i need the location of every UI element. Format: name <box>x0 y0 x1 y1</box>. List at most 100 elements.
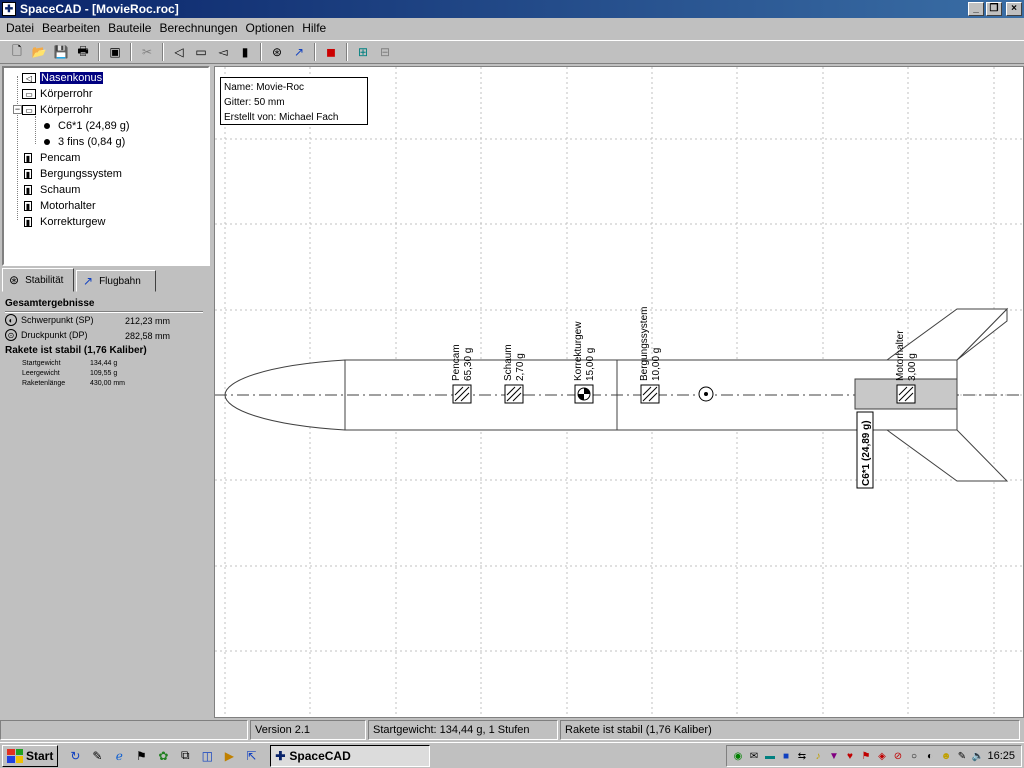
ie-icon[interactable]: ℯ <box>110 747 128 765</box>
restore-button[interactable]: ❐ <box>986 2 1002 16</box>
info-name: Name: Movie-Roc <box>224 82 305 93</box>
volume-icon[interactable]: 🔈 <box>971 749 985 763</box>
tree-item-label: Pencam <box>40 152 81 164</box>
open-button[interactable]: 📂 <box>28 41 50 63</box>
tab-stabilitaet[interactable]: ⊛ Stabilität <box>2 268 74 292</box>
grid-button[interactable]: ⊟ <box>374 41 396 63</box>
tree-item-nasenkonus[interactable]: ◁ Nasenkonus <box>22 70 104 86</box>
quicklaunch-icon[interactable]: ▶ <box>220 747 238 765</box>
fins-button[interactable]: ◅ <box>212 41 234 63</box>
close-icon: × <box>1011 3 1017 14</box>
tray-icon[interactable]: ✎ <box>955 749 969 763</box>
tray-icon[interactable]: ♥ <box>843 749 857 763</box>
menu-berechnungen[interactable]: Berechnungen <box>155 21 241 35</box>
quicklaunch-icon[interactable]: ⇱ <box>242 747 260 765</box>
tree-item-pencam[interactable]: ▮ Pencam <box>22 150 80 166</box>
quicklaunch-icon[interactable]: ✎ <box>88 747 106 765</box>
tray-icon[interactable]: ♪ <box>811 749 825 763</box>
new-button[interactable]: 🗋 <box>6 41 28 63</box>
rocket-drawing[interactable]: Pencam 65,30 g Schaum 2,70 g Korrekturge… <box>215 67 1024 718</box>
export-button[interactable]: ◼ <box>320 41 342 63</box>
bodytube-icon: ▭ <box>195 45 207 59</box>
print-button[interactable]: 🖶 <box>72 41 94 63</box>
tray-icon[interactable]: ▼ <box>827 749 841 763</box>
start-label: Start <box>26 748 54 763</box>
component-label-bergungssystem: Bergungssystem <box>639 307 650 381</box>
detail-label: Leergewicht <box>22 370 60 377</box>
cut-button[interactable]: ✂ <box>136 41 158 63</box>
tray-icon[interactable]: ◈ <box>875 749 889 763</box>
app-icon: ✚ <box>275 748 286 763</box>
status-version: Version 2.1 <box>250 720 366 740</box>
menu-datei[interactable]: Datei <box>2 21 38 35</box>
title-bar: ✚ SpaceCAD - [MovieRoc.roc] _ ❐ × <box>0 0 1024 18</box>
bodytube-button[interactable]: ▭ <box>190 41 212 63</box>
quicklaunch-icon[interactable]: ⚑ <box>132 747 150 765</box>
bullet-icon <box>44 139 50 145</box>
quicklaunch-icon[interactable]: ⧉ <box>176 747 194 765</box>
component-mass-pencam: 65,30 g <box>463 348 474 381</box>
tray-icon[interactable]: ✉ <box>747 749 761 763</box>
save-button[interactable]: 💾 <box>50 41 72 63</box>
grid-icon: ⊟ <box>379 45 391 59</box>
menu-hilfe[interactable]: Hilfe <box>298 21 330 35</box>
app-icon[interactable]: ✚ <box>2 2 16 16</box>
tree-expander-collapse[interactable]: − <box>13 105 22 114</box>
detail-label: Startgewicht <box>22 360 61 367</box>
info-author: Erstellt von: Michael Fach <box>224 112 339 123</box>
tray-icon[interactable]: ☻ <box>939 749 953 763</box>
stability-button[interactable]: ⊛ <box>266 41 288 63</box>
minimize-icon: _ <box>973 3 979 14</box>
tray-icon[interactable]: ◉ <box>731 749 745 763</box>
close-button[interactable]: × <box>1006 2 1022 16</box>
drawing-canvas[interactable]: Pencam 65,30 g Schaum 2,70 g Korrekturge… <box>214 66 1024 718</box>
tray-icon[interactable]: ⇆ <box>795 749 809 763</box>
new-icon: 🗋 <box>12 43 22 58</box>
properties-button[interactable]: ▣ <box>104 41 126 63</box>
tray-icon[interactable]: ○ <box>907 749 921 763</box>
tray-icon[interactable]: ▬ <box>763 749 777 763</box>
quicklaunch-icon[interactable]: ↻ <box>66 747 84 765</box>
minimize-button[interactable]: _ <box>968 2 984 16</box>
tree-item-fins[interactable]: 3 fins (0,84 g) <box>40 134 125 150</box>
tab-flugbahn[interactable]: ↗ Flugbahn <box>76 270 156 292</box>
tree-item-korrekturgew[interactable]: ▮ Korrekturgew <box>22 214 105 230</box>
component-label-pencam: Pencam <box>451 344 462 381</box>
stability-panel: Gesamtergebnisse ◐ Schwerpunkt (SP) 212,… <box>2 292 212 718</box>
restore-icon: ❐ <box>989 3 999 14</box>
tray-icon[interactable]: ◐ <box>923 749 937 763</box>
component-label-motorhalter: Motorhalter <box>895 330 906 381</box>
menu-optionen[interactable]: Optionen <box>242 21 299 35</box>
bullet-icon <box>44 123 50 129</box>
status-weight: Startgewicht: 134,44 g, 1 Stufen <box>368 720 558 740</box>
quicklaunch-icon[interactable]: ◫ <box>198 747 216 765</box>
stability-icon: ⊛ <box>9 273 20 287</box>
tree-item-koerperrohr-2[interactable]: ▭ Körperrohr <box>22 102 93 118</box>
mass-button[interactable]: ▮ <box>234 41 256 63</box>
start-button[interactable]: Start <box>2 744 59 767</box>
rocket-info-box: Name: Movie-Roc Gitter: 50 mm Erstellt v… <box>220 77 368 125</box>
nosecone-button[interactable]: ◁ <box>168 41 190 63</box>
flightpath-icon: ↗ <box>293 45 305 59</box>
open-icon: 📂 <box>31 45 47 59</box>
info-grid: Gitter: 50 mm <box>224 97 285 108</box>
tree-item-schaum[interactable]: ▮ Schaum <box>22 182 80 198</box>
align-button[interactable]: ⊞ <box>352 41 374 63</box>
quicklaunch-icon[interactable]: ✿ <box>154 747 172 765</box>
tree-item-motorhalter[interactable]: ▮ Motorhalter <box>22 198 96 214</box>
flightpath-button[interactable]: ↗ <box>288 41 310 63</box>
tray-icon[interactable]: ⊘ <box>891 749 905 763</box>
tree-item-koerperrohr-1[interactable]: ▭ Körperrohr <box>22 86 93 102</box>
tray-icon[interactable]: ⚑ <box>859 749 873 763</box>
tree-item-motor[interactable]: C6*1 (24,89 g) <box>40 118 130 134</box>
menu-bearbeiten[interactable]: Bearbeiten <box>38 21 104 35</box>
nosecone-icon: ◁ <box>22 73 36 83</box>
menu-bauteile[interactable]: Bauteile <box>104 21 155 35</box>
taskbar-app-spacecad[interactable]: ✚ SpaceCAD <box>270 744 431 767</box>
cp-icon: ⊙ <box>5 329 17 341</box>
tree-item-bergungssystem[interactable]: ▮ Bergungssystem <box>22 166 122 182</box>
quick-launch: ↻ ✎ ℯ ⚑ ✿ ⧉ ◫ ▶ ⇱ <box>66 747 260 765</box>
tray-icon[interactable]: ■ <box>779 749 793 763</box>
component-tree[interactable]: − ◁ Nasenkonus ▭ Körperrohr ▭ Körperrohr… <box>2 66 210 266</box>
component-label-schaum: Schaum <box>503 344 514 381</box>
